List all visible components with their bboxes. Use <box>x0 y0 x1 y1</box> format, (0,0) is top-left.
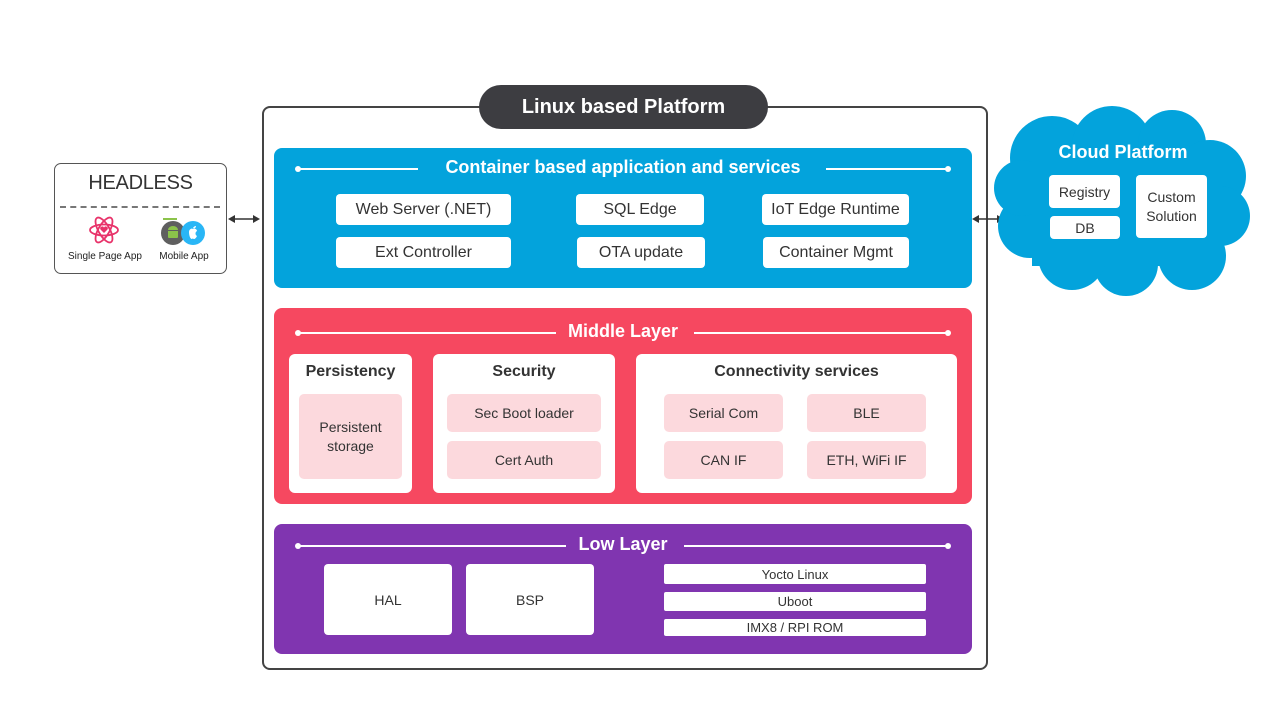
dashed-divider <box>60 206 220 208</box>
hal-block: HAL <box>324 564 452 635</box>
service-iot-edge-runtime: IoT Edge Runtime <box>762 194 909 225</box>
sec-boot-loader: Sec Boot loader <box>447 394 601 432</box>
serial-com: Serial Com <box>664 394 783 432</box>
ble: BLE <box>807 394 926 432</box>
service-ota-update: OTA update <box>577 237 705 268</box>
persistency-title: Persistency <box>305 363 396 380</box>
cloud-registry: Registry <box>1049 175 1120 208</box>
android-ios-icon <box>161 218 205 245</box>
persistent-storage: Persistent storage <box>299 394 402 479</box>
container-services-layer: Container based application and services… <box>274 148 972 288</box>
line-dot <box>945 166 951 172</box>
connectivity-title: Connectivity services <box>714 363 879 380</box>
title-rule-right <box>694 332 948 334</box>
line-dot <box>945 330 951 336</box>
uboot-bar: Uboot <box>664 592 926 611</box>
single-page-app-label: Single Page App <box>68 251 142 262</box>
service-container-mgmt: Container Mgmt <box>763 237 909 268</box>
headless-title: HEADLESS <box>88 172 193 194</box>
eth-wifi-if: ETH, WiFi IF <box>807 441 926 479</box>
cert-auth: Cert Auth <box>447 441 601 479</box>
can-if: CAN IF <box>664 441 783 479</box>
rom-bar: IMX8 / RPI ROM <box>664 619 926 636</box>
service-sql-edge: SQL Edge <box>576 194 704 225</box>
service-ext-controller: Ext Controller <box>336 237 511 268</box>
yocto-linux-bar: Yocto Linux <box>664 564 926 584</box>
mobile-app-label: Mobile App <box>159 251 209 262</box>
persistency-panel: Persistency Persistent storage <box>289 354 412 493</box>
bsp-block: BSP <box>466 564 594 635</box>
cloud-custom-solution: Custom Solution <box>1136 175 1207 238</box>
platform-title: Linux based Platform <box>479 85 768 129</box>
bidirectional-arrow-icon <box>228 215 260 223</box>
low-layer: Low Layer HAL BSP Yocto Linux Uboot IMX8… <box>274 524 972 654</box>
service-web-server: Web Server (.NET) <box>336 194 511 225</box>
security-title: Security <box>492 363 556 380</box>
connectivity-panel: Connectivity services Serial Com BLE CAN… <box>636 354 957 493</box>
cloud-platform-title: Cloud Platform <box>1058 142 1188 162</box>
line-dot <box>945 543 951 549</box>
cloud-db: DB <box>1050 216 1120 239</box>
react-atom-icon <box>89 216 119 244</box>
security-panel: Security Sec Boot loader Cert Auth <box>433 354 615 493</box>
title-rule-right <box>826 168 948 170</box>
cloud-shape-icon <box>994 106 1250 296</box>
headless-clients-box: HEADLESS Single Page App Mobile App <box>54 163 227 274</box>
middle-layer: Middle Layer Persistency Persistent stor… <box>274 308 972 504</box>
title-rule-right <box>684 545 948 547</box>
